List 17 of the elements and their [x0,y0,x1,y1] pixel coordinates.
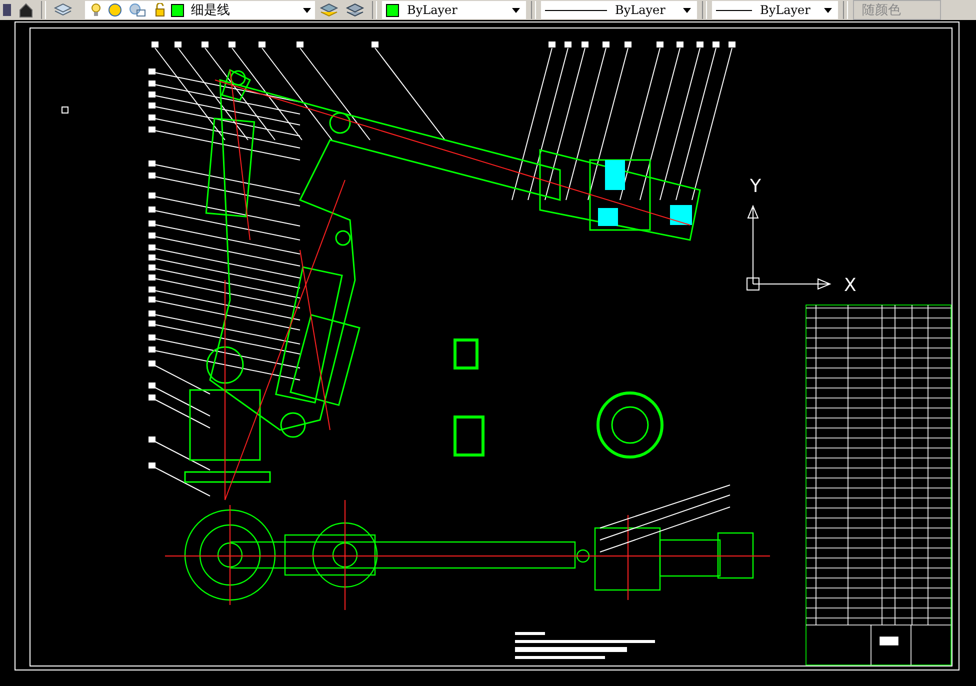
small-square [62,106,68,114]
bulb-icon[interactable] [89,3,103,17]
lineweight-value: ByLayer [759,3,812,17]
dropdown-arrow-icon[interactable] [512,8,520,12]
dropdown-arrow-icon[interactable] [824,8,832,12]
lineweight-dropdown[interactable]: ByLayer [712,1,838,19]
linetype-value: ByLayer [614,3,666,17]
ucs-icon [746,204,832,290]
sun-icon[interactable] [106,3,124,17]
linetype-dropdown[interactable]: ByLayer [541,1,697,19]
axis-label: X [844,275,856,296]
dropdown-arrow-icon[interactable] [683,8,691,12]
layer-name: 细是线 [190,2,231,19]
axis-label: Y [750,176,761,197]
color-value: ByLayer [406,3,458,17]
color-dropdown[interactable]: ByLayer [382,1,526,19]
dropdown-arrow-icon[interactable] [303,8,311,12]
